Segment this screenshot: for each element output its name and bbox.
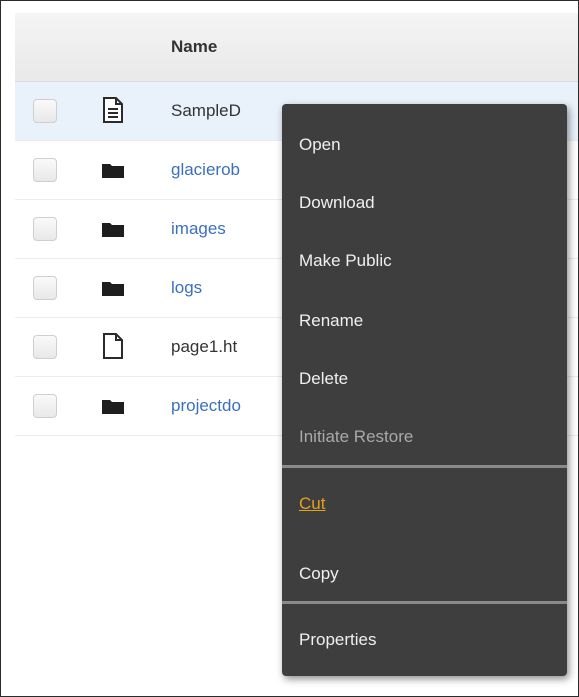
menu-separator bbox=[282, 601, 567, 604]
row-checkbox[interactable] bbox=[33, 335, 57, 359]
menu-item-delete[interactable]: Delete bbox=[282, 350, 567, 408]
file-icon bbox=[103, 333, 123, 359]
menu-item-label: Rename bbox=[299, 311, 364, 330]
file-name[interactable]: page1.ht bbox=[171, 337, 237, 357]
folder-link[interactable]: projectdo bbox=[171, 396, 241, 416]
menu-item-label: Initiate Restore bbox=[299, 427, 414, 446]
menu-item-rename[interactable]: Rename bbox=[282, 292, 567, 350]
folder-icon bbox=[102, 400, 124, 414]
row-checkbox[interactable] bbox=[33, 276, 57, 300]
folder-icon bbox=[102, 223, 124, 237]
menu-item-label: Make Public bbox=[299, 251, 392, 270]
menu-item-make-public[interactable]: Make Public bbox=[282, 232, 567, 290]
menu-separator bbox=[282, 465, 567, 468]
menu-item-copy[interactable]: Copy bbox=[282, 545, 567, 603]
row-checkbox[interactable] bbox=[33, 394, 57, 418]
folder-icon bbox=[102, 164, 124, 178]
menu-item-initiate-restore: Initiate Restore bbox=[282, 408, 567, 466]
context-menu: Open Download Make Public Rename Delete … bbox=[282, 104, 567, 676]
name-column-header[interactable]: Name bbox=[171, 37, 217, 57]
menu-item-cut[interactable]: Cut bbox=[282, 475, 567, 533]
table-header: Name bbox=[15, 13, 578, 82]
file-name[interactable]: SampleD bbox=[171, 101, 241, 121]
menu-item-label: Cut bbox=[299, 494, 326, 513]
menu-item-open[interactable]: Open bbox=[282, 116, 567, 174]
row-checkbox[interactable] bbox=[33, 217, 57, 241]
menu-item-label: Open bbox=[299, 135, 341, 154]
folder-link[interactable]: logs bbox=[171, 278, 202, 298]
menu-item-label: Copy bbox=[299, 564, 339, 583]
file-browser-panel: Name SampleD glacierob images logs page1… bbox=[0, 0, 579, 697]
row-checkbox[interactable] bbox=[33, 158, 57, 182]
menu-item-label: Properties bbox=[299, 630, 377, 649]
menu-item-label: Delete bbox=[299, 369, 349, 388]
menu-item-properties[interactable]: Properties bbox=[282, 611, 567, 669]
row-checkbox[interactable] bbox=[33, 99, 57, 123]
folder-link[interactable]: glacierob bbox=[171, 160, 240, 180]
document-icon bbox=[103, 97, 123, 123]
folder-icon bbox=[102, 282, 124, 296]
folder-link[interactable]: images bbox=[171, 219, 226, 239]
menu-item-download[interactable]: Download bbox=[282, 174, 567, 232]
menu-item-label: Download bbox=[299, 193, 375, 212]
